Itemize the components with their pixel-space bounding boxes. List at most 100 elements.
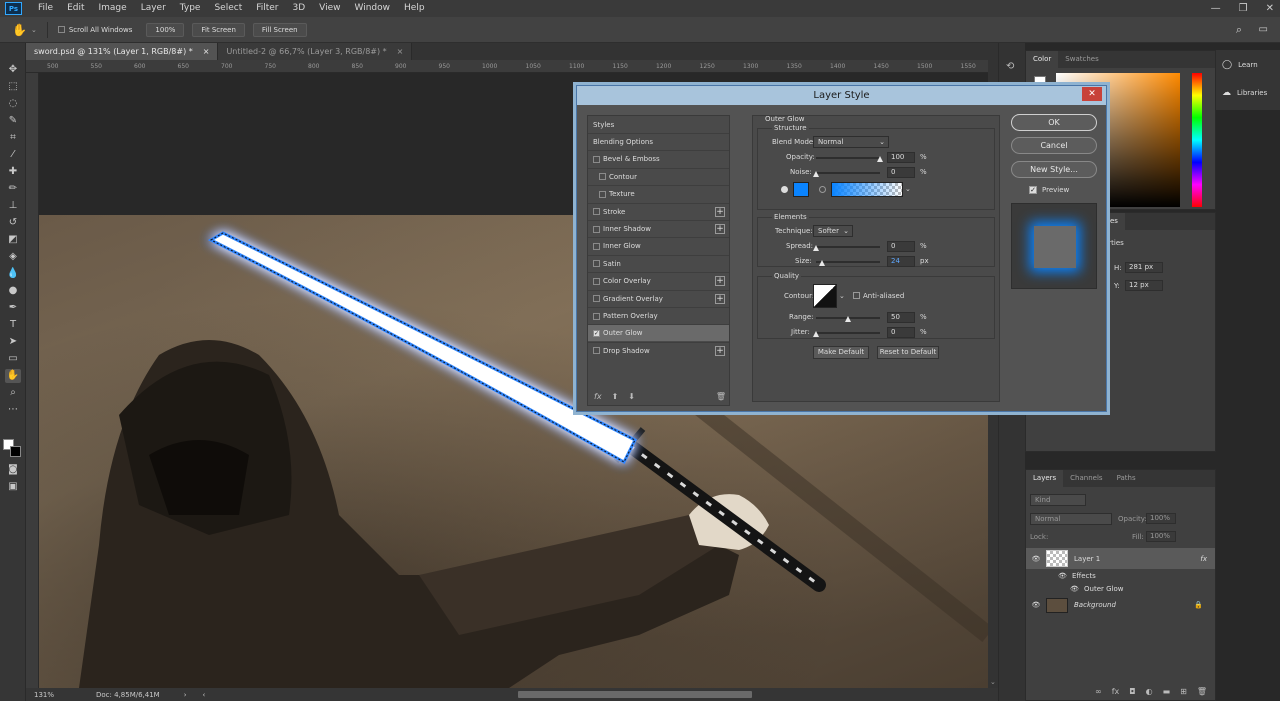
noise-input[interactable]: 0 [887, 167, 915, 178]
menu-3d[interactable]: 3D [286, 0, 313, 17]
anti-aliased-checkbox[interactable] [853, 292, 860, 299]
opacity-input[interactable]: 100% [1146, 513, 1176, 524]
minimize-icon[interactable]: — [1211, 3, 1221, 14]
add-style-plus-icon[interactable]: + [715, 276, 725, 287]
hand-tool-active-icon[interactable]: ✋ [5, 369, 21, 383]
styles-header[interactable]: Styles [588, 116, 729, 133]
maximize-icon[interactable]: ❐ [1239, 3, 1248, 14]
spread-slider[interactable] [816, 246, 880, 248]
quick-select-tool-icon[interactable]: ✎ [5, 114, 21, 128]
new-style-button[interactable]: New Style... [1011, 161, 1097, 178]
stamp-tool-icon[interactable]: ⊥ [5, 199, 21, 213]
y-input[interactable]: 12 px [1125, 280, 1163, 291]
jitter-slider[interactable] [816, 332, 880, 334]
size-input[interactable]: 24 [887, 256, 915, 267]
noise-slider-thumb[interactable] [813, 171, 819, 177]
style-item[interactable]: Contour [588, 167, 729, 185]
visibility-eye-icon[interactable]: 👁 [1026, 601, 1046, 609]
menu-edit[interactable]: Edit [60, 0, 91, 17]
scroll-all-windows-checkbox[interactable] [57, 26, 65, 33]
effects-row[interactable]: 👁 Effects [1026, 569, 1215, 582]
make-default-button[interactable]: Make Default [813, 346, 869, 359]
style-checkbox[interactable] [599, 173, 606, 181]
eyedropper-tool-icon[interactable]: ⁄ [5, 148, 21, 162]
menu-filter[interactable]: Filter [249, 0, 285, 17]
style-item[interactable]: Texture [588, 185, 729, 202]
layer-row-layer1[interactable]: 👁 Layer 1 fx [1026, 548, 1215, 569]
libraries-button[interactable]: ☁ Libraries [1222, 88, 1267, 98]
close-tab-icon[interactable]: × [397, 43, 404, 60]
hue-slider[interactable] [1192, 73, 1202, 207]
fill-input[interactable]: 100% [1146, 531, 1176, 542]
link-icon[interactable]: ∞ [1095, 687, 1102, 696]
menu-view[interactable]: View [312, 0, 347, 17]
h-input[interactable]: 281 px [1125, 262, 1163, 273]
style-checkbox[interactable] [599, 190, 606, 198]
fill-screen-button[interactable]: Fill Screen [252, 22, 307, 37]
more-tools-icon[interactable]: ⋯ [5, 403, 21, 417]
eraser-tool-icon[interactable]: ◩ [5, 233, 21, 247]
crop-tool-icon[interactable]: ⌗ [5, 131, 21, 145]
style-checkbox[interactable] [593, 277, 600, 285]
fx-badge[interactable]: fx [1200, 555, 1207, 563]
bucket-tool-icon[interactable]: ◈ [5, 250, 21, 264]
layer-name[interactable]: Background [1074, 601, 1116, 609]
type-tool-icon[interactable]: T [5, 318, 21, 332]
visibility-eye-icon[interactable]: 👁 [1026, 555, 1046, 563]
opacity-slider[interactable] [816, 157, 880, 159]
shape-tool-icon[interactable]: ▭ [5, 352, 21, 366]
cancel-button[interactable]: Cancel [1011, 137, 1097, 154]
add-style-plus-icon[interactable]: + [715, 293, 725, 304]
tab-paths[interactable]: Paths [1110, 470, 1143, 487]
layer-name[interactable]: Layer 1 [1074, 555, 1100, 563]
healing-tool-icon[interactable]: ✚ [5, 165, 21, 179]
tab-layers[interactable]: Layers [1026, 470, 1064, 487]
close-tab-icon[interactable]: × [203, 43, 210, 60]
quick-mask-icon[interactable]: ◙ [5, 463, 21, 477]
zoom-readout[interactable]: 131% [34, 691, 74, 699]
menu-image[interactable]: Image [92, 0, 134, 17]
glow-color-swatch[interactable] [793, 182, 809, 197]
menu-help[interactable]: Help [397, 0, 432, 17]
workspace-icon[interactable]: ▭ [1259, 24, 1268, 35]
move-tool-icon[interactable]: ✥ [5, 63, 21, 77]
fx-menu-icon[interactable]: fx [1112, 687, 1120, 696]
style-item[interactable]: Inner Glow [588, 237, 729, 254]
menu-file[interactable]: File [31, 0, 60, 17]
zoom-100-button[interactable]: 100% [146, 22, 185, 37]
adjustment-icon[interactable]: ◐ [1146, 687, 1153, 696]
size-slider[interactable] [816, 261, 880, 263]
style-item[interactable]: Drop Shadow + [588, 341, 729, 359]
effects-eye-icon[interactable]: 👁 [1058, 572, 1072, 580]
outer-glow-eye-icon[interactable]: 👁 [1070, 585, 1084, 593]
style-checkbox[interactable] [593, 347, 600, 355]
contour-picker[interactable] [813, 284, 837, 308]
screen-mode-icon[interactable]: ▣ [5, 480, 21, 494]
style-item[interactable]: Satin [588, 254, 729, 272]
gradient-chevron-icon[interactable]: ⌄ [905, 185, 911, 193]
layer-kind-filter[interactable]: Kind [1030, 494, 1086, 506]
add-style-plus-icon[interactable]: + [715, 224, 725, 234]
style-item[interactable]: Bevel & Emboss [588, 150, 729, 167]
doc-tab-sword[interactable]: sword.psd @ 131% (Layer 1, RGB/8#) * × [26, 43, 219, 60]
opacity-input[interactable]: 100 [887, 152, 915, 163]
move-up-icon[interactable]: ⬆ [612, 392, 619, 401]
tab-swatches[interactable]: Swatches [1058, 51, 1105, 68]
history-panel-icon[interactable]: ⟲ [1006, 61, 1014, 72]
style-checkbox[interactable]: ✓ [593, 329, 600, 337]
new-layer-icon[interactable]: ⊞ [1180, 687, 1187, 696]
style-checkbox[interactable] [593, 260, 600, 268]
fx-icon[interactable]: fx [594, 392, 602, 401]
move-down-icon[interactable]: ⬇ [628, 392, 635, 401]
style-item[interactable]: Stroke + [588, 202, 729, 220]
doc-tab-untitled[interactable]: Untitled-2 @ 66,7% (Layer 3, RGB/8#) * × [218, 43, 413, 60]
add-style-plus-icon[interactable]: + [715, 345, 725, 356]
tool-preset-chevron-icon[interactable]: ⌄ [31, 26, 37, 34]
blend-mode-select[interactable]: Normal [1030, 513, 1112, 525]
lasso-tool-icon[interactable]: ◌ [5, 97, 21, 111]
jitter-input[interactable]: 0 [887, 327, 915, 338]
preview-checkbox[interactable]: ✓ [1029, 186, 1037, 194]
contour-chevron-icon[interactable]: ⌄ [839, 292, 845, 300]
style-item[interactable]: Color Overlay + [588, 272, 729, 289]
style-item[interactable]: Gradient Overlay + [588, 289, 729, 307]
